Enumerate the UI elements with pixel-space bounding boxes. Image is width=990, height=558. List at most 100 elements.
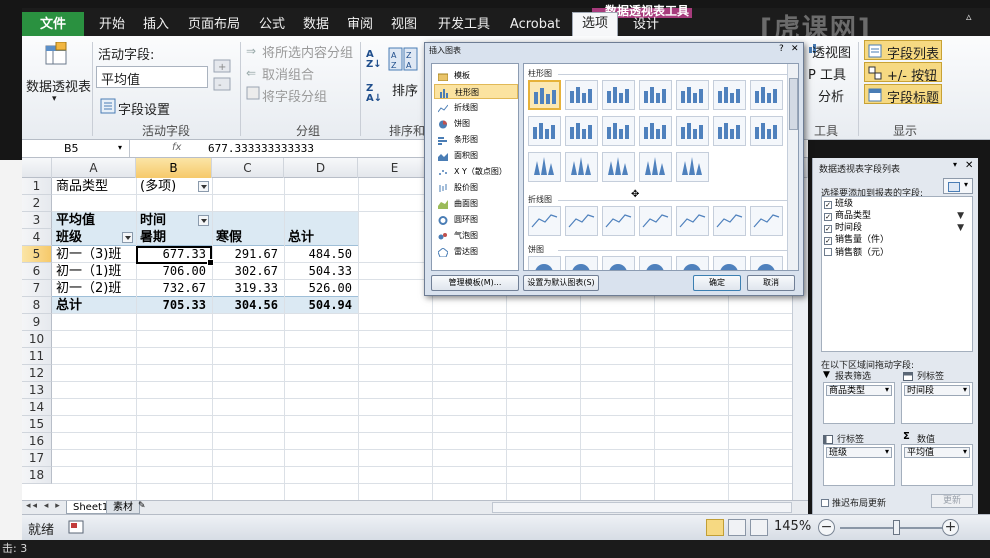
filter-field-value[interactable]: (多项)	[140, 178, 176, 195]
chart-subtype-tile[interactable]	[676, 256, 709, 270]
field-list-toggle[interactable]: 字段列表	[864, 40, 942, 62]
data-cell[interactable]: 302.67	[212, 263, 278, 280]
row-header[interactable]: 14	[22, 399, 52, 416]
help-icon[interactable]: ?	[779, 44, 784, 54]
field-layout-button[interactable]: ▾	[943, 178, 973, 194]
field-item[interactable]: ✓ 班级	[824, 199, 853, 210]
chart-type-item[interactable]: 柱形图	[434, 84, 518, 99]
data-cell[interactable]: 504.33	[284, 263, 352, 280]
sheet-tab[interactable]: 素材	[106, 501, 140, 514]
chart-subtype-tile[interactable]	[713, 80, 746, 110]
chart-subtype-tile[interactable]	[602, 116, 635, 146]
filter-dropdown-icon[interactable]	[198, 181, 209, 192]
row-header[interactable]: 5	[22, 246, 52, 263]
chart-subtype-tile[interactable]	[602, 152, 635, 182]
zoom-out-icon[interactable]: −	[818, 519, 835, 536]
chart-subtype-tile[interactable]	[676, 80, 709, 110]
row-field-dropdown-icon[interactable]	[122, 232, 133, 243]
new-sheet-icon[interactable]: ✎	[138, 501, 146, 511]
tab-data[interactable]: 数据	[296, 14, 336, 38]
column-field-dropdown-icon[interactable]	[198, 215, 209, 226]
expand-collapse-icon[interactable]: + -	[212, 56, 234, 96]
set-default-chart-button[interactable]: 设置为默认图表(S)	[523, 275, 599, 291]
row-header[interactable]: 4	[22, 229, 52, 246]
row-labels-area[interactable]: 班级	[823, 444, 895, 486]
panel-menu-icon[interactable]: ▾	[953, 160, 957, 169]
chart-subtype-tile[interactable]	[602, 80, 635, 110]
area-chip[interactable]: 班级	[826, 447, 892, 458]
column-item[interactable]: 寒假	[216, 229, 242, 246]
active-cell-selection[interactable]	[136, 246, 214, 266]
ribbon-minimize-icon[interactable]: ▵	[966, 10, 972, 23]
column-header[interactable]: C	[212, 158, 284, 178]
data-cell[interactable]: 319.33	[212, 280, 278, 297]
horizontal-scrollbar[interactable]	[492, 502, 792, 513]
area-chip[interactable]: 商品类型	[826, 385, 892, 396]
grand-total-label[interactable]: 总计	[56, 297, 82, 314]
row-header[interactable]: 8	[22, 297, 52, 314]
chart-subtype-tile[interactable]	[713, 256, 746, 270]
data-cell[interactable]: 732.67	[136, 280, 206, 297]
gallery-scroll-thumb[interactable]	[789, 78, 798, 130]
formula-value[interactable]: 677.333333333333	[208, 140, 314, 157]
row-header[interactable]: 18	[22, 467, 52, 484]
chart-type-item[interactable]: 雷达图	[434, 244, 518, 259]
chart-type-item[interactable]: 气泡图	[434, 228, 518, 243]
chart-subtype-tile[interactable]	[565, 80, 598, 110]
select-all-corner[interactable]	[22, 158, 52, 178]
chart-subtype-tile[interactable]	[565, 116, 598, 146]
chart-subtype-tile[interactable]	[750, 116, 783, 146]
chart-type-item[interactable]: 曲面图	[434, 196, 518, 211]
cancel-button[interactable]: 取消	[747, 275, 795, 291]
group-field-button[interactable]: 将字段分组	[262, 86, 327, 105]
active-field-input[interactable]: 平均值	[96, 66, 208, 88]
row-header[interactable]: 16	[22, 433, 52, 450]
tab-home[interactable]: 开始	[90, 14, 134, 38]
field-item[interactable]: ✓ 商品类型 ▼	[824, 211, 972, 222]
manage-templates-button[interactable]: 管理模板(M)...	[431, 275, 519, 291]
column-header[interactable]: D	[284, 158, 358, 178]
tab-developer[interactable]: 开发工具	[430, 14, 498, 38]
defer-update-option[interactable]: 推迟布局更新	[821, 496, 886, 509]
row-header[interactable]: 11	[22, 348, 52, 365]
grand-total-cell[interactable]: 705.33	[136, 297, 206, 314]
chart-type-item[interactable]: 条形图	[434, 132, 518, 147]
row-header[interactable]: 15	[22, 416, 52, 433]
chart-subtype-tile[interactable]	[750, 206, 783, 236]
ok-button[interactable]: 确定	[693, 275, 741, 291]
column-header[interactable]: A	[52, 158, 136, 178]
name-box-dropdown-icon[interactable]: ▾	[118, 143, 122, 152]
close-icon[interactable]: ✕	[965, 160, 973, 171]
chart-type-item[interactable]: X Y（散点图）	[434, 164, 518, 179]
checkbox-checked-icon[interactable]: ✓	[824, 201, 832, 209]
tab-insert[interactable]: 插入	[136, 14, 176, 38]
row-header[interactable]: 1	[22, 178, 52, 195]
chart-subtype-tile[interactable]	[750, 80, 783, 110]
pivotchart-button[interactable]: 透视图	[812, 42, 851, 61]
field-item[interactable]: ✓ 销售量（件）	[824, 235, 889, 246]
gallery-scrollbar[interactable]	[787, 64, 798, 270]
checkbox-checked-icon[interactable]: ✓	[824, 225, 832, 233]
field-item[interactable]: 销售额（元）	[824, 247, 889, 258]
tab-design[interactable]: 设计	[622, 14, 670, 38]
page-break-view-button[interactable]	[750, 519, 768, 536]
olap-tools-button[interactable]: P 工具	[808, 64, 846, 83]
macro-record-icon[interactable]	[68, 520, 84, 534]
row-header[interactable]: 13	[22, 382, 52, 399]
row-header[interactable]: 6	[22, 263, 52, 280]
chart-type-item[interactable]: 股价图	[434, 180, 518, 195]
row-header[interactable]: 10	[22, 331, 52, 348]
tab-page-layout[interactable]: 页面布局	[180, 14, 248, 38]
row-item[interactable]: 初一（1)班	[56, 263, 121, 280]
zoom-in-icon[interactable]: +	[942, 519, 959, 536]
column-labels-area[interactable]: 时间段	[901, 382, 973, 424]
data-cell[interactable]: 526.00	[284, 280, 352, 297]
sort-button[interactable]: 排序	[392, 80, 418, 99]
field-settings-button[interactable]: 字段设置	[118, 99, 170, 118]
pivottable-button[interactable]: 数据透视表	[26, 76, 91, 95]
row-field-header[interactable]: 班级	[56, 229, 82, 246]
report-filter-area[interactable]: 商品类型	[823, 382, 895, 424]
chart-subtype-tile[interactable]	[528, 116, 561, 146]
area-chip[interactable]: 时间段	[904, 385, 970, 396]
field-headers-toggle[interactable]: 字段标题	[864, 84, 942, 106]
